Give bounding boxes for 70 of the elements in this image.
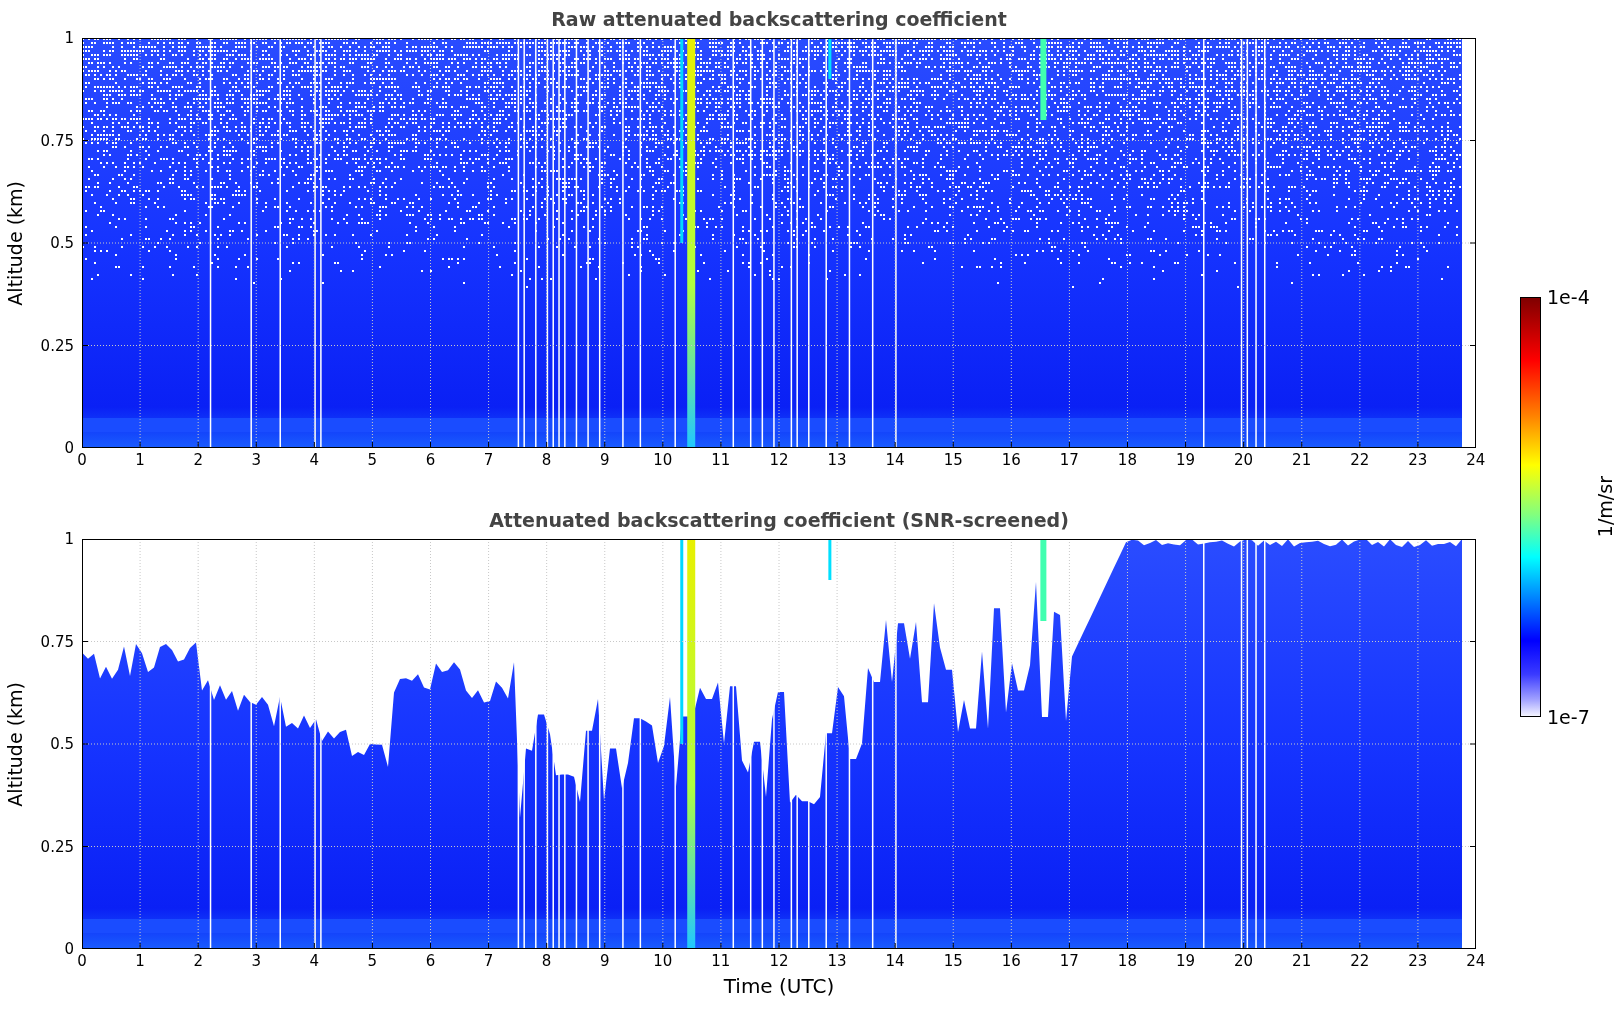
- x-tick-label: 2: [192, 952, 204, 970]
- cloud-streak: [828, 539, 832, 580]
- y-tick-label: 0.5: [50, 736, 74, 752]
- x-tick-label: 20: [1233, 451, 1255, 469]
- x-tick-label: 14: [884, 451, 906, 469]
- x-tick-label: 13: [826, 952, 848, 970]
- x-tick-label: 3: [250, 451, 262, 469]
- y-tick-label: 1: [64, 531, 74, 547]
- x-tick-label: 16: [1000, 952, 1022, 970]
- x-tick-label: 6: [424, 451, 437, 469]
- x-axis-label: Time (UTC): [723, 974, 835, 998]
- x-tick-label: 6: [424, 952, 437, 970]
- x-tick-label: 17: [1058, 952, 1080, 970]
- x-tick-label: 17: [1058, 451, 1080, 469]
- x-tick-label: 0: [76, 451, 88, 469]
- x-tick-label: 0: [76, 952, 88, 970]
- x-tick-label: 13: [826, 451, 848, 469]
- x-tick-label: 20: [1233, 952, 1255, 970]
- x-tick-label: 19: [1174, 451, 1197, 469]
- x-tick-label: 11: [710, 451, 732, 469]
- cloud-streak: [828, 38, 832, 79]
- x-tick-label: 24: [1465, 451, 1487, 469]
- x-tick-label: 18: [1116, 451, 1138, 469]
- x-tick-label: 22: [1349, 451, 1371, 469]
- y-tick-label: 0: [64, 941, 74, 957]
- x-tick-label: 1: [134, 451, 146, 469]
- x-tick-label: 15: [942, 451, 964, 469]
- y-axis-label: Altitude (km): [4, 681, 26, 807]
- x-tick-label: 23: [1407, 952, 1429, 970]
- x-tick-label: 3: [250, 952, 262, 970]
- plot-title: Attenuated backscattering coefficient (SNR-screened): [489, 509, 1069, 531]
- x-tick-label: 4: [308, 952, 321, 970]
- x-tick-label: 14: [884, 952, 906, 970]
- x-tick-label: 21: [1291, 451, 1313, 469]
- colorbar-label: 1/m/sr: [1593, 476, 1616, 538]
- y-tick-label: 0.75: [40, 132, 74, 149]
- x-tick-label: 16: [1000, 451, 1022, 469]
- x-tick-label: 18: [1116, 952, 1138, 970]
- x-tick-label: 24: [1465, 952, 1487, 970]
- x-tick-label: 7: [482, 952, 495, 970]
- x-tick-label: 19: [1174, 952, 1197, 970]
- y-tick-label: 0.5: [50, 235, 74, 251]
- x-tick-label: 23: [1407, 451, 1429, 469]
- plot-title: Raw attenuated backscattering coefficient: [551, 8, 1007, 30]
- y-tick-label: 0: [64, 440, 74, 456]
- y-tick-label: 0.75: [40, 633, 74, 650]
- x-tick-label: 10: [652, 451, 674, 469]
- y-axis-label: Altitude (km): [4, 180, 26, 306]
- x-tick-label: 11: [710, 952, 732, 970]
- y-tick-label: 0.25: [40, 838, 74, 855]
- x-tick-label: 5: [366, 952, 379, 970]
- x-tick-label: 12: [768, 952, 790, 970]
- x-tick-label: 12: [768, 451, 790, 469]
- x-tick-label: 8: [540, 451, 553, 469]
- x-tick-label: 1: [134, 952, 146, 970]
- x-tick-label: 9: [598, 952, 611, 970]
- x-tick-label: 21: [1291, 952, 1313, 970]
- y-tick-label: 1: [64, 30, 74, 46]
- colorbar-max-label: 1e-4: [1547, 287, 1590, 307]
- x-tick-label: 15: [942, 952, 964, 970]
- y-tick-label: 0.25: [40, 337, 74, 354]
- x-tick-label: 10: [652, 952, 674, 970]
- x-tick-label: 7: [482, 451, 495, 469]
- colorbar-min-label: 1e-7: [1547, 707, 1590, 727]
- x-tick-label: 22: [1349, 952, 1371, 970]
- x-tick-label: 2: [192, 451, 204, 469]
- x-tick-label: 8: [540, 952, 553, 970]
- x-tick-label: 4: [308, 451, 321, 469]
- x-tick-label: 5: [366, 451, 379, 469]
- x-tick-label: 9: [598, 451, 611, 469]
